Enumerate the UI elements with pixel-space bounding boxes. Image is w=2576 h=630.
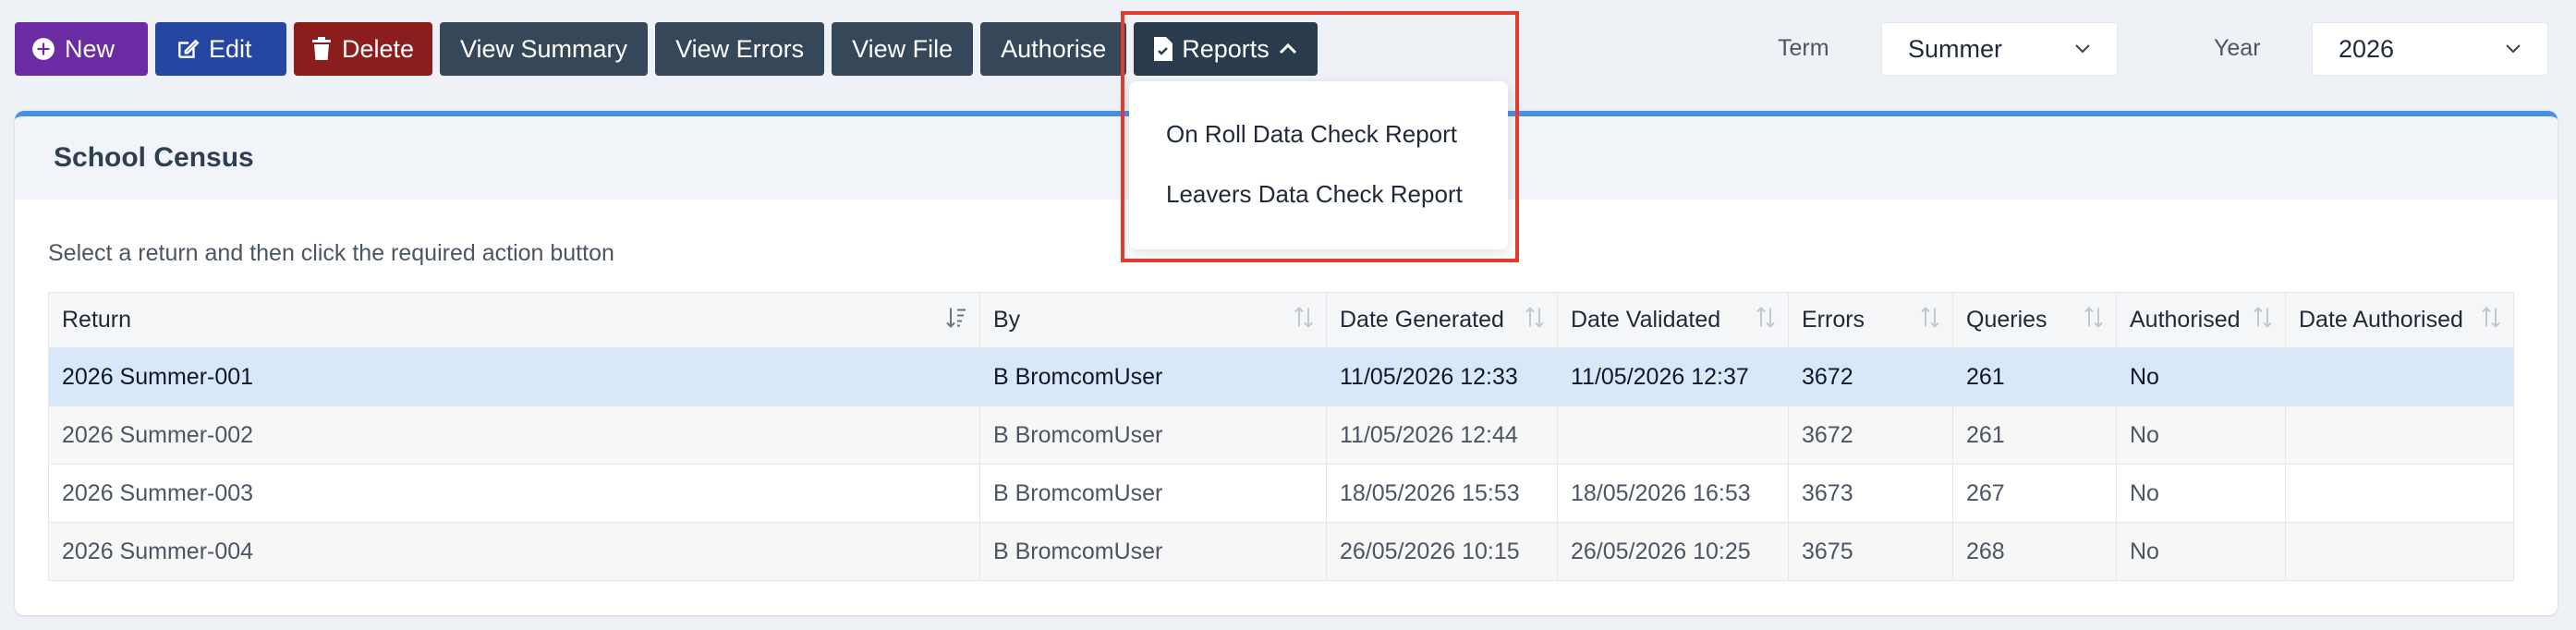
cell-by: B BromcomUser (979, 522, 1327, 581)
instructions-text: Select a return and then click the requi… (48, 240, 614, 266)
trash-icon (310, 37, 333, 61)
cell-date-generated: 26/05/2026 10:15 (1326, 522, 1558, 581)
authorise-button[interactable]: Authorise (980, 22, 1127, 76)
sort-icon (1525, 306, 1544, 334)
card-title: School Census (54, 142, 254, 173)
delete-button[interactable]: Delete (294, 22, 432, 76)
cell-date-authorised (2285, 406, 2514, 465)
year-select-value: 2026 (2339, 34, 2395, 63)
delete-button-label: Delete (342, 34, 415, 63)
returns-table: Return By Date Generated Date Validated … (48, 292, 2514, 581)
cell-errors: 3673 (1788, 464, 1953, 523)
term-label: Term (1778, 35, 1829, 61)
column-header-return[interactable]: Return (48, 292, 980, 348)
view-file-button[interactable]: View File (832, 22, 974, 76)
edit-button-label: Edit (209, 34, 252, 63)
view-file-label: View File (852, 34, 954, 63)
cell-by: B BromcomUser (979, 406, 1327, 465)
cell-queries: 267 (1952, 464, 2117, 523)
cell-date-authorised (2285, 522, 2514, 581)
sort-icon (2084, 306, 2103, 334)
term-select[interactable]: Summer (1881, 22, 2118, 76)
table-row[interactable]: 2026 Summer-001 B BromcomUser 11/05/2026… (48, 347, 2514, 406)
cell-date-validated (1557, 406, 1789, 465)
cell-queries: 268 (1952, 522, 2117, 581)
column-header-by[interactable]: By (979, 292, 1327, 348)
cell-queries: 261 (1952, 406, 2117, 465)
cell-return: 2026 Summer-002 (48, 406, 980, 465)
chevron-down-icon (2074, 43, 2091, 55)
view-errors-label: View Errors (675, 34, 805, 63)
view-summary-button[interactable]: View Summary (440, 22, 649, 76)
table-row[interactable]: 2026 Summer-003 B BromcomUser 18/05/2026… (48, 464, 2514, 523)
term-select-value: Summer (1908, 34, 2003, 63)
view-summary-label: View Summary (460, 34, 628, 63)
sort-icon (946, 306, 966, 334)
column-header-queries[interactable]: Queries (1952, 292, 2117, 348)
plus-circle-icon (31, 37, 55, 61)
cell-date-authorised (2285, 464, 2514, 523)
sort-icon (1294, 306, 1313, 334)
edit-icon (176, 37, 200, 61)
cell-date-validated: 26/05/2026 10:25 (1557, 522, 1789, 581)
table-row[interactable]: 2026 Summer-002 B BromcomUser 11/05/2026… (48, 406, 2514, 465)
cell-errors: 3672 (1788, 347, 1953, 406)
cell-date-validated: 18/05/2026 16:53 (1557, 464, 1789, 523)
cell-date-generated: 11/05/2026 12:33 (1326, 347, 1558, 406)
view-errors-button[interactable]: View Errors (655, 22, 825, 76)
cell-authorised: No (2116, 406, 2286, 465)
chevron-down-icon (2505, 43, 2521, 55)
year-label: Year (2214, 35, 2261, 61)
cell-errors: 3675 (1788, 522, 1953, 581)
cell-by: B BromcomUser (979, 464, 1327, 523)
cell-date-generated: 18/05/2026 15:53 (1326, 464, 1558, 523)
highlight-box (1121, 11, 1519, 262)
year-select[interactable]: 2026 (2312, 22, 2548, 76)
table-header-row: Return By Date Generated Date Validated … (48, 292, 2514, 348)
sort-icon (2482, 306, 2500, 334)
cell-return: 2026 Summer-004 (48, 522, 980, 581)
sort-icon (1921, 306, 1939, 334)
cell-authorised: No (2116, 347, 2286, 406)
cell-date-authorised (2285, 347, 2514, 406)
column-header-date-validated[interactable]: Date Validated (1557, 292, 1789, 348)
cell-return: 2026 Summer-001 (48, 347, 980, 406)
sort-icon (2254, 306, 2272, 334)
sort-icon (1756, 306, 1775, 334)
table-row[interactable]: 2026 Summer-004 B BromcomUser 26/05/2026… (48, 522, 2514, 581)
column-header-authorised[interactable]: Authorised (2116, 292, 2286, 348)
cell-queries: 261 (1952, 347, 2117, 406)
cell-errors: 3672 (1788, 406, 1953, 465)
cell-date-validated: 11/05/2026 12:37 (1557, 347, 1789, 406)
cell-date-generated: 11/05/2026 12:44 (1326, 406, 1558, 465)
column-header-date-generated[interactable]: Date Generated (1326, 292, 1558, 348)
new-button-label: New (65, 34, 115, 63)
edit-button[interactable]: Edit (155, 22, 286, 76)
column-header-date-authorised[interactable]: Date Authorised (2285, 292, 2514, 348)
cell-by: B BromcomUser (979, 347, 1327, 406)
new-button[interactable]: New (15, 22, 148, 76)
cell-authorised: No (2116, 522, 2286, 581)
cell-authorised: No (2116, 464, 2286, 523)
authorise-label: Authorise (1001, 34, 1107, 63)
cell-return: 2026 Summer-003 (48, 464, 980, 523)
column-header-errors[interactable]: Errors (1788, 292, 1953, 348)
